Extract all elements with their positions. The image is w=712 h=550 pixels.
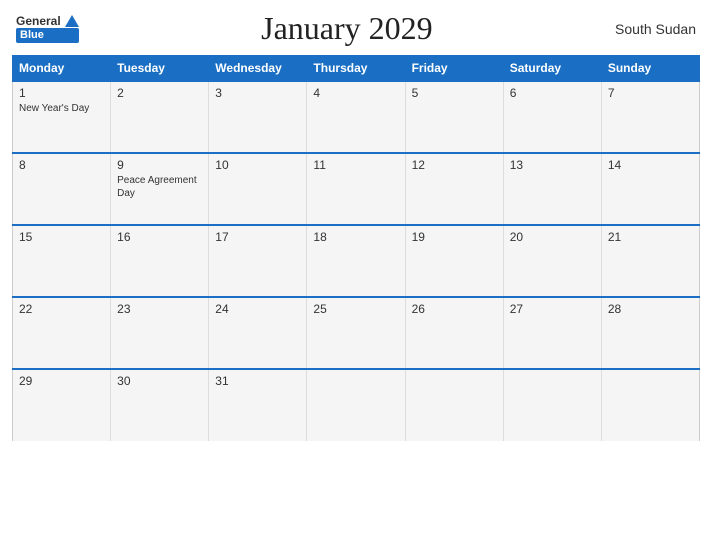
day-number: 30 — [117, 374, 202, 388]
calendar-table: Monday Tuesday Wednesday Thursday Friday… — [12, 55, 700, 441]
day-number: 21 — [608, 230, 693, 244]
calendar-day-cell: 13 — [503, 153, 601, 225]
calendar-day-cell: 15 — [13, 225, 111, 297]
col-friday: Friday — [405, 56, 503, 82]
calendar-wrapper: General Blue January 2029 South Sudan Mo… — [0, 0, 712, 550]
calendar-day-cell — [503, 369, 601, 441]
calendar-header: General Blue January 2029 South Sudan — [12, 10, 700, 47]
day-number: 13 — [510, 158, 595, 172]
day-number: 15 — [19, 230, 104, 244]
day-number: 24 — [215, 302, 300, 316]
calendar-day-cell: 17 — [209, 225, 307, 297]
calendar-day-cell: 24 — [209, 297, 307, 369]
calendar-day-cell: 26 — [405, 297, 503, 369]
calendar-day-cell: 29 — [13, 369, 111, 441]
calendar-day-cell: 25 — [307, 297, 405, 369]
calendar-day-cell: 19 — [405, 225, 503, 297]
col-sunday: Sunday — [601, 56, 699, 82]
day-number: 1 — [19, 86, 104, 100]
country-name: South Sudan — [615, 21, 696, 37]
calendar-day-cell: 14 — [601, 153, 699, 225]
col-tuesday: Tuesday — [111, 56, 209, 82]
calendar-day-cell: 21 — [601, 225, 699, 297]
calendar-title: January 2029 — [261, 10, 433, 47]
day-number: 25 — [313, 302, 398, 316]
day-number: 12 — [412, 158, 497, 172]
day-number: 6 — [510, 86, 595, 100]
day-number: 11 — [313, 158, 398, 172]
calendar-day-cell: 4 — [307, 81, 405, 153]
col-thursday: Thursday — [307, 56, 405, 82]
col-monday: Monday — [13, 56, 111, 82]
day-number: 31 — [215, 374, 300, 388]
calendar-day-cell: 5 — [405, 81, 503, 153]
day-number: 9 — [117, 158, 202, 172]
calendar-week-row: 89 Peace Agreement Day 10 11 12 13 14 — [13, 153, 700, 225]
calendar-day-cell: 9 Peace Agreement Day — [111, 153, 209, 225]
day-number: 17 — [215, 230, 300, 244]
logo-general-text: General — [16, 14, 61, 28]
calendar-day-cell: 1 New Year's Day — [13, 81, 111, 153]
calendar-day-cell: 16 — [111, 225, 209, 297]
col-wednesday: Wednesday — [209, 56, 307, 82]
day-number: 20 — [510, 230, 595, 244]
calendar-week-row: 29 30 31 — [13, 369, 700, 441]
calendar-day-cell: 11 — [307, 153, 405, 225]
day-number: 22 — [19, 302, 104, 316]
calendar-day-cell: 31 — [209, 369, 307, 441]
calendar-day-cell: 20 — [503, 225, 601, 297]
calendar-day-cell: 10 — [209, 153, 307, 225]
calendar-day-cell: 2 — [111, 81, 209, 153]
calendar-week-row: 22 23 24 25 26 27 28 — [13, 297, 700, 369]
day-number: 27 — [510, 302, 595, 316]
calendar-day-cell — [307, 369, 405, 441]
calendar-day-cell: 23 — [111, 297, 209, 369]
calendar-day-cell — [405, 369, 503, 441]
calendar-day-cell: 18 — [307, 225, 405, 297]
logo-blue-text: Blue — [16, 28, 79, 43]
day-number: 16 — [117, 230, 202, 244]
calendar-day-cell: 27 — [503, 297, 601, 369]
day-number: 4 — [313, 86, 398, 100]
calendar-day-cell: 7 — [601, 81, 699, 153]
calendar-week-row: 1 New Year's Day 234567 — [13, 81, 700, 153]
logo-triangle-icon — [65, 15, 79, 27]
calendar-day-cell: 30 — [111, 369, 209, 441]
day-number: 8 — [19, 158, 104, 172]
day-number: 23 — [117, 302, 202, 316]
day-number: 2 — [117, 86, 202, 100]
header-row: Monday Tuesday Wednesday Thursday Friday… — [13, 56, 700, 82]
calendar-day-cell: 12 — [405, 153, 503, 225]
calendar-day-cell: 8 — [13, 153, 111, 225]
day-number: 18 — [313, 230, 398, 244]
calendar-day-cell: 3 — [209, 81, 307, 153]
calendar-week-row: 15 16 17 18 19 20 21 — [13, 225, 700, 297]
calendar-day-cell — [601, 369, 699, 441]
calendar-day-cell: 22 — [13, 297, 111, 369]
day-number: 26 — [412, 302, 497, 316]
day-number: 10 — [215, 158, 300, 172]
day-number: 14 — [608, 158, 693, 172]
holiday-name: Peace Agreement Day — [117, 174, 202, 200]
col-saturday: Saturday — [503, 56, 601, 82]
calendar-day-cell: 28 — [601, 297, 699, 369]
holiday-name: New Year's Day — [19, 102, 104, 115]
day-number: 7 — [608, 86, 693, 100]
day-number: 3 — [215, 86, 300, 100]
calendar-day-cell: 6 — [503, 81, 601, 153]
day-number: 29 — [19, 374, 104, 388]
day-number: 19 — [412, 230, 497, 244]
logo: General Blue — [16, 14, 79, 44]
day-number: 5 — [412, 86, 497, 100]
day-number: 28 — [608, 302, 693, 316]
